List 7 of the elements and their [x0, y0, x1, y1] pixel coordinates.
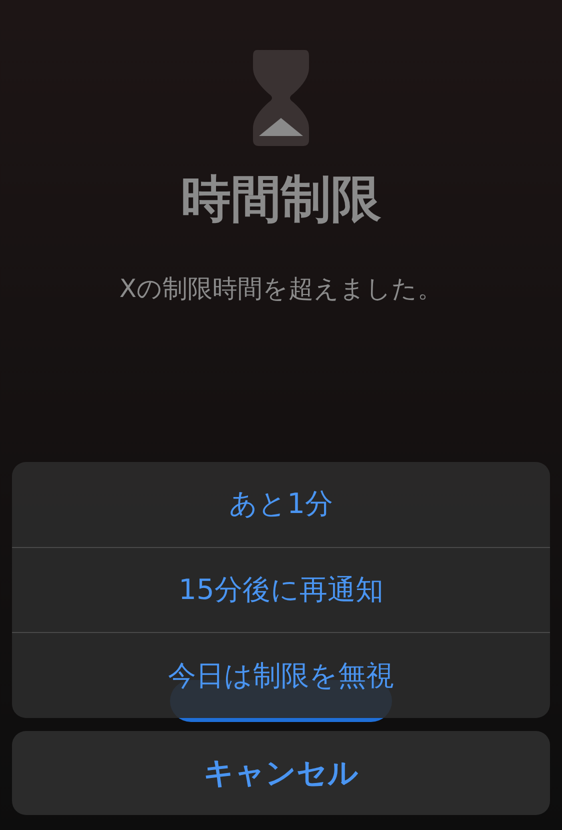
action-button[interactable]: 15分後に再通知	[12, 546, 550, 632]
hourglass-icon	[253, 50, 309, 146]
action-button[interactable]: 今日は制限を無視	[12, 632, 550, 718]
title: 時間制限	[181, 174, 381, 224]
message: Xの制限時間を超えました。	[119, 273, 443, 305]
action-button[interactable]: あと1分	[12, 462, 550, 547]
cancel-button[interactable]: キャンセル	[12, 731, 550, 815]
